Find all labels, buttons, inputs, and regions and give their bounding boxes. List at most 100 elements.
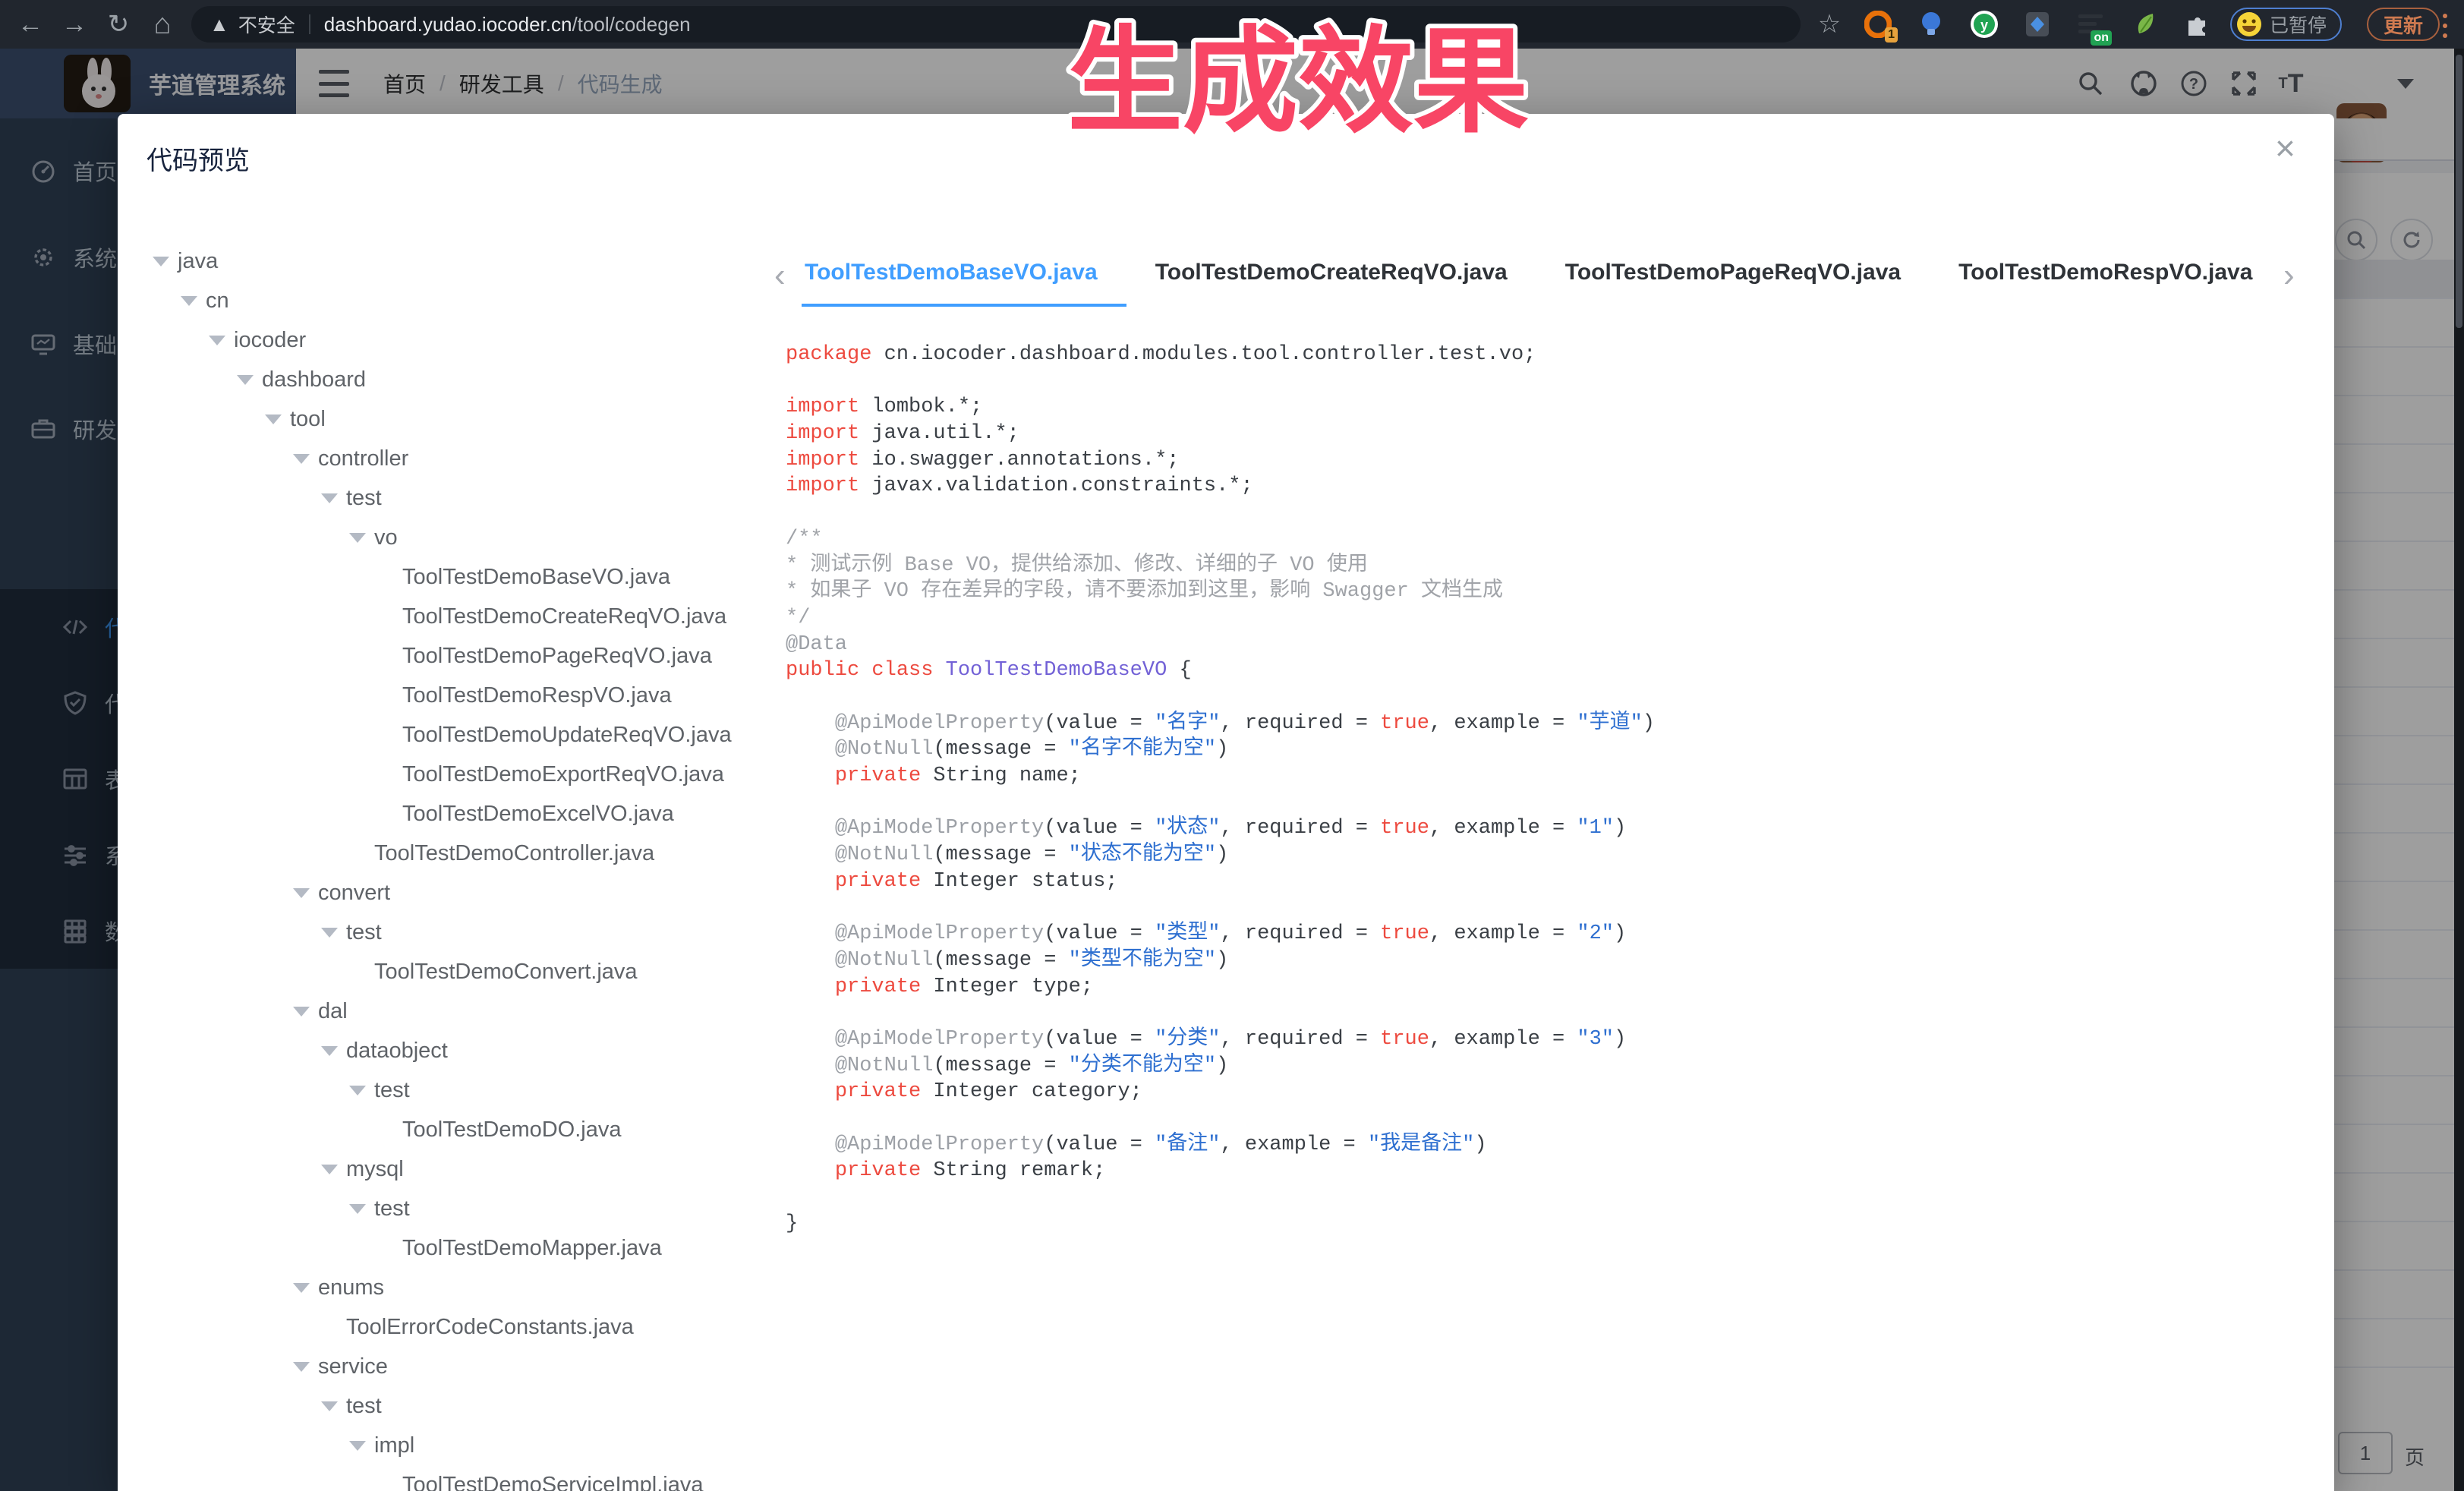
browser-menu-icon[interactable] xyxy=(2443,14,2447,38)
paused-label: 已暂停 xyxy=(2270,11,2327,38)
tree-node-folder[interactable]: service xyxy=(146,1347,753,1386)
tree-node-folder[interactable]: iocoder xyxy=(146,320,753,360)
code-line xyxy=(786,1184,2304,1211)
extension-green-y-icon[interactable]: y xyxy=(1968,8,2001,41)
code-preview-dialog: 代码预览 × javacniocoderdashboardtoolcontrol… xyxy=(118,114,2334,1491)
extensions-puzzle-icon[interactable] xyxy=(2180,8,2214,41)
file-tab[interactable]: ToolTestDemoRespVO.java xyxy=(1930,251,2280,307)
tree-node-file[interactable]: ToolTestDemoBaseVO.java xyxy=(146,557,753,597)
code-line xyxy=(786,894,2304,921)
tree-node-folder[interactable]: enums xyxy=(146,1268,753,1307)
tree-node-file[interactable]: ToolTestDemoCreateReqVO.java xyxy=(146,597,753,636)
tree-node-folder[interactable]: dashboard xyxy=(146,360,753,399)
caret-down-icon[interactable] xyxy=(321,493,338,503)
security-warning-icon[interactable]: ▲ xyxy=(210,13,229,36)
tabs-prev-icon[interactable]: ‹ xyxy=(774,257,786,295)
tree-node-file[interactable]: ToolTestDemoMapper.java xyxy=(146,1228,753,1268)
bookmark-star-icon[interactable]: ☆ xyxy=(1810,0,1849,49)
tree-node-folder[interactable]: cn xyxy=(146,281,753,320)
close-icon[interactable]: × xyxy=(2275,131,2295,165)
file-tab[interactable]: ToolTestDemoPageReqVO.java xyxy=(1536,251,1930,307)
extension-leaf-icon[interactable] xyxy=(2128,8,2162,41)
extension-list-icon[interactable]: on xyxy=(2074,8,2107,41)
tree-node-label: ToolTestDemoMapper.java xyxy=(402,1236,662,1261)
browser-back-icon[interactable]: ← xyxy=(11,0,50,49)
tree-node-file[interactable]: ToolTestDemoServiceImpl.java xyxy=(146,1465,753,1491)
caret-down-icon[interactable] xyxy=(209,336,225,345)
tree-node-folder[interactable]: tool xyxy=(146,399,753,439)
caret-down-icon[interactable] xyxy=(237,375,254,385)
tree-node-folder[interactable]: dataobject xyxy=(146,1031,753,1070)
browser-reload-icon[interactable]: ↻ xyxy=(99,0,138,49)
caret-down-icon[interactable] xyxy=(321,1401,338,1411)
security-warning-label: 不安全 xyxy=(238,11,295,38)
caret-down-icon[interactable] xyxy=(293,1007,310,1017)
tree-node-folder[interactable]: java xyxy=(146,241,753,281)
tree-node-folder[interactable]: dal xyxy=(146,991,753,1031)
caret-down-icon[interactable] xyxy=(349,1441,366,1451)
extension-badge-on: on xyxy=(2091,30,2112,46)
file-tab[interactable]: ToolTestDemoCreateReqVO.java xyxy=(1126,251,1536,307)
browser-update-button[interactable]: 更新 xyxy=(2367,8,2440,41)
tree-node-label: ToolTestDemoRespVO.java xyxy=(402,683,672,708)
caret-down-icon[interactable] xyxy=(181,296,197,306)
tree-node-folder[interactable]: vo xyxy=(146,518,753,557)
extension-diamond-icon[interactable] xyxy=(2021,8,2054,41)
tree-node-file[interactable]: ToolTestDemoController.java xyxy=(146,834,753,873)
code-line xyxy=(786,368,2304,395)
tree-node-file[interactable]: ToolErrorCodeConstants.java xyxy=(146,1307,753,1347)
caret-down-icon[interactable] xyxy=(321,928,338,938)
code-line: * 如果子 VO 存在差异的字段，请不要添加到这里，影响 Swagger 文档生… xyxy=(786,578,2304,605)
tree-node-label: ToolTestDemoDO.java xyxy=(402,1117,622,1143)
extension-badge-count: 1 xyxy=(1885,27,1898,43)
address-bar[interactable]: ▲ 不安全 dashboard.yudao.iocoder.cn /tool/c… xyxy=(191,6,1801,43)
tree-node-folder[interactable]: test xyxy=(146,478,753,518)
code-line: @NotNull(message = "名字不能为空") xyxy=(786,736,2304,763)
tree-node-folder[interactable]: mysql xyxy=(146,1149,753,1189)
svg-text:y: y xyxy=(1980,17,1988,33)
tree-node-file[interactable]: ToolTestDemoDO.java xyxy=(146,1110,753,1149)
caret-down-icon[interactable] xyxy=(293,454,310,464)
code-line xyxy=(786,1000,2304,1026)
extension-orange-icon[interactable]: 1 xyxy=(1861,8,1895,41)
caret-down-icon[interactable] xyxy=(349,1204,366,1214)
tree-node-folder[interactable]: test xyxy=(146,913,753,952)
caret-down-icon[interactable] xyxy=(265,415,282,424)
tree-node-file[interactable]: ToolTestDemoPageReqVO.java xyxy=(146,636,753,676)
tree-node-file[interactable]: ToolTestDemoConvert.java xyxy=(146,952,753,991)
url-domain: dashboard.yudao.iocoder.cn xyxy=(324,13,572,36)
tree-node-folder[interactable]: test xyxy=(146,1070,753,1110)
caret-down-icon[interactable] xyxy=(321,1165,338,1174)
code-line: @ApiModelProperty(value = "类型", required… xyxy=(786,921,2304,947)
tree-node-label: ToolTestDemoConvert.java xyxy=(374,960,638,985)
caret-down-icon[interactable] xyxy=(153,257,169,266)
browser-home-icon[interactable]: ⌂ xyxy=(143,0,182,49)
tree-node-folder[interactable]: impl xyxy=(146,1426,753,1465)
caret-down-icon[interactable] xyxy=(349,1086,366,1095)
caret-down-icon[interactable] xyxy=(349,533,366,543)
tree-node-file[interactable]: ToolTestDemoExportReqVO.java xyxy=(146,755,753,794)
profile-paused-chip[interactable]: 已暂停 xyxy=(2230,8,2342,41)
tree-node-label: test xyxy=(346,1394,382,1419)
tree-node-file[interactable]: ToolTestDemoUpdateReqVO.java xyxy=(146,715,753,755)
tree-node-folder[interactable]: controller xyxy=(146,439,753,478)
tree-node-folder[interactable]: test xyxy=(146,1189,753,1228)
tree-node-folder[interactable]: test xyxy=(146,1386,753,1426)
extension-bulb-icon[interactable] xyxy=(1914,8,1948,41)
caret-down-icon[interactable] xyxy=(293,1362,310,1372)
file-tab[interactable]: ToolTestDemoBaseVO.java xyxy=(802,251,1126,307)
code-line xyxy=(786,1105,2304,1132)
tree-node-label: dashboard xyxy=(262,367,366,392)
tabs-next-icon[interactable]: › xyxy=(2283,257,2295,295)
tree-node-label: test xyxy=(374,1196,410,1221)
tree-node-folder[interactable]: convert xyxy=(146,873,753,913)
caret-down-icon[interactable] xyxy=(293,888,310,898)
page-scrollbar[interactable] xyxy=(2454,49,2464,1491)
file-tabs-bar: ‹ ToolTestDemoBaseVO.javaToolTestDemoCre… xyxy=(767,251,2308,310)
browser-forward-icon[interactable]: → xyxy=(55,0,94,49)
caret-down-icon[interactable] xyxy=(293,1283,310,1293)
tree-node-file[interactable]: ToolTestDemoExcelVO.java xyxy=(146,794,753,834)
tree-node-file[interactable]: ToolTestDemoRespVO.java xyxy=(146,676,753,715)
caret-down-icon[interactable] xyxy=(321,1046,338,1056)
scrollbar-thumb[interactable] xyxy=(2456,55,2462,328)
